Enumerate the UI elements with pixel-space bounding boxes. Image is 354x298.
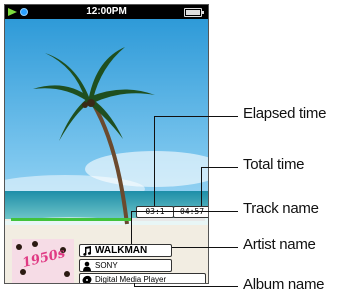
art-dot	[32, 241, 38, 247]
album-art-label: 1950s	[20, 245, 67, 272]
status-bar: 12:00PM	[5, 5, 208, 19]
player-screen: 12:00PM 1950s WALKMAN SONY Digital Media…	[4, 4, 209, 284]
art-dot	[16, 244, 22, 250]
album-art: 1950s	[12, 239, 74, 283]
album-name-row: Digital Media Player	[79, 273, 206, 284]
clock: 12:00PM	[86, 6, 127, 17]
person-icon	[83, 261, 91, 271]
album-name-leader	[134, 286, 238, 287]
battery-icon	[184, 8, 204, 17]
album-name-callout: Album name	[243, 276, 325, 293]
track-name-leader	[131, 211, 238, 212]
total-time-leader	[201, 167, 202, 206]
track-name-leader	[131, 211, 132, 244]
art-dot	[64, 271, 70, 277]
elapsed-time: 03:1	[136, 206, 174, 218]
artist-name-row: SONY	[79, 259, 172, 272]
elapsed-time-callout: Elapsed time	[243, 105, 327, 122]
artist-name-leader	[172, 247, 238, 248]
artist-name: SONY	[95, 261, 118, 270]
progress-bar	[11, 218, 205, 221]
album-name: Digital Media Player	[95, 275, 167, 284]
total-time-leader	[201, 167, 238, 168]
elapsed-time-leader	[154, 116, 238, 117]
music-note-icon	[83, 245, 92, 256]
battery-level	[186, 10, 200, 15]
progress-fill	[11, 218, 132, 221]
artist-name-callout: Artist name	[243, 236, 316, 253]
total-time: 04:57	[173, 206, 208, 218]
total-time-callout: Total time	[243, 156, 305, 173]
track-name-callout: Track name	[243, 200, 319, 217]
disc-icon	[82, 275, 92, 283]
track-name: WALKMAN	[95, 245, 148, 256]
track-name-row: WALKMAN	[79, 244, 172, 257]
elapsed-time-leader	[154, 116, 155, 206]
